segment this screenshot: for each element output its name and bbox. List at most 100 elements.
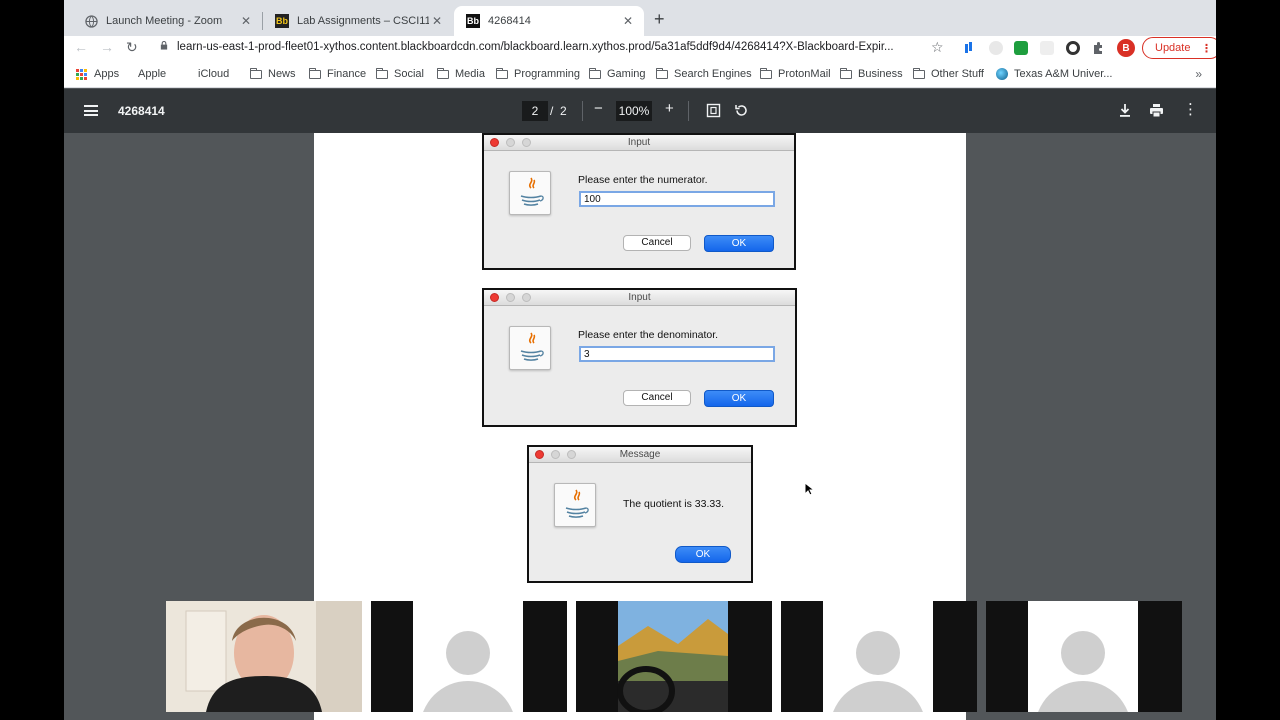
avatar-placeholder-icon	[856, 631, 900, 675]
participant-tile[interactable]	[371, 601, 567, 712]
tab-title: Lab Assignments – CSCI1136_	[297, 15, 429, 27]
folder-icon	[589, 67, 601, 79]
bookmark-label: Finance	[327, 68, 367, 80]
blackboard-icon: Bb	[275, 14, 289, 28]
avatar-placeholder-icon	[446, 631, 490, 675]
bookmark-apps[interactable]: Apps	[76, 68, 119, 80]
profile-avatar[interactable]: B	[1117, 39, 1135, 57]
participant-tile[interactable]	[986, 601, 1182, 712]
extension-circle-icon[interactable]	[989, 41, 1003, 55]
bookmark-label: iCloud	[198, 68, 230, 80]
blackboard-icon: Bb	[466, 14, 480, 28]
participant-video-tile[interactable]	[576, 601, 772, 712]
avatar-placeholder-icon	[1061, 631, 1105, 675]
close-icon[interactable]: ✕	[620, 14, 636, 28]
menu-icon[interactable]	[84, 105, 98, 116]
participant-tile[interactable]	[781, 601, 977, 712]
puzzle-icon[interactable]	[1091, 41, 1105, 55]
bookmark-search-engines[interactable]: Search Engines	[656, 67, 752, 80]
bookmark-icloud[interactable]: iCloud	[192, 68, 229, 80]
reload-button[interactable]: ↻	[126, 39, 138, 56]
numerator-prompt: Please enter the numerator.	[578, 174, 708, 186]
bookmark-star-icon[interactable]: ☆	[931, 39, 944, 56]
numerator-field[interactable]: 100	[579, 191, 775, 207]
fit-page-icon[interactable]	[706, 103, 721, 122]
bookmark-gaming[interactable]: Gaming	[589, 67, 646, 80]
bookmark-business[interactable]: Business	[840, 67, 903, 80]
participant-avatar-area	[413, 601, 523, 712]
bookmark-social[interactable]: Social	[376, 67, 424, 80]
denominator-prompt: Please enter the denominator.	[578, 329, 719, 341]
page-number-input[interactable]: 2	[522, 101, 548, 121]
tab-title: Launch Meeting - Zoom	[106, 15, 223, 27]
extension-green-icon[interactable]	[1014, 41, 1028, 55]
bookmark-label: Media	[455, 68, 485, 80]
dialog-title: Message	[619, 449, 661, 460]
java-icon	[509, 326, 551, 370]
tab-zoom[interactable]: Launch Meeting - Zoom ✕	[72, 6, 262, 36]
bookmark-protonmail[interactable]: ProtonMail	[760, 67, 831, 80]
bookmark-label: Apps	[94, 68, 120, 80]
java-icon	[554, 483, 596, 527]
bookmark-label: Social	[394, 68, 424, 80]
cancel-button[interactable]: Cancel	[623, 235, 691, 251]
dialog-titlebar: Message	[529, 447, 751, 463]
dialog-title: Input	[628, 292, 651, 303]
tab-title: 4268414	[488, 15, 531, 27]
extension-ring-icon[interactable]	[1066, 41, 1080, 55]
close-icon[interactable]: ✕	[238, 14, 254, 28]
print-icon[interactable]	[1149, 103, 1164, 122]
more-options-icon[interactable]: ⋮	[1183, 100, 1198, 118]
java-icon	[509, 171, 551, 215]
page-separator: /	[550, 104, 554, 118]
bookmark-other-stuff[interactable]: Other Stuff	[913, 67, 984, 80]
update-button[interactable]: Update ⋮	[1142, 37, 1216, 59]
bookmark-texas-am[interactable]: Texas A&M Univer...	[996, 68, 1112, 80]
numerator-input-dialog: Input Please enter the numerator. 100 Ca…	[482, 133, 796, 270]
rotate-icon[interactable]	[734, 103, 749, 122]
menu-dots-icon: ⋮	[1201, 42, 1212, 55]
participant-video-tile[interactable]	[166, 601, 362, 712]
tab-4268414[interactable]: Bb 4268414 ✕	[454, 6, 644, 36]
extension-blank-icon[interactable]	[1040, 41, 1054, 55]
bookmark-label: Programming	[514, 68, 581, 80]
zoom-out-icon[interactable]: −	[594, 100, 603, 117]
address-bar[interactable]: learn-us-east-1-prod-fleet01-xythos.cont…	[177, 41, 922, 53]
folder-icon	[437, 67, 449, 79]
chevron-more-icon[interactable]: »	[1195, 67, 1202, 81]
bookmarks-bar: Apps Apple iCloud News Finance Social Me…	[64, 62, 1216, 88]
mouse-cursor-icon	[804, 482, 814, 496]
denominator-field[interactable]: 3	[579, 346, 775, 362]
ok-button[interactable]: OK	[704, 235, 774, 252]
denominator-input-dialog: Input Please enter the denominator. 3 Ca…	[482, 288, 797, 427]
pdf-toolbar: 4268414 2 / 2 − 100% + ⋮	[64, 89, 1216, 133]
folder-icon	[496, 67, 508, 79]
avatar-body	[420, 681, 516, 712]
back-button[interactable]: ←	[74, 39, 88, 55]
zoom-level-input[interactable]: 100%	[616, 101, 652, 121]
participant-avatar-area	[1028, 601, 1138, 712]
tab-lab-assignments[interactable]: Bb Lab Assignments – CSCI1136_ ✕	[263, 6, 453, 36]
folder-icon	[309, 67, 321, 79]
update-label: Update	[1155, 42, 1191, 54]
extension-bar-icon[interactable]	[963, 41, 977, 55]
total-pages: 2	[560, 104, 567, 118]
bookmark-media[interactable]: Media	[437, 67, 485, 80]
ok-button[interactable]: OK	[704, 390, 774, 407]
bookmark-news[interactable]: News	[250, 67, 296, 80]
bookmark-finance[interactable]: Finance	[309, 67, 367, 80]
lock-icon	[160, 41, 168, 50]
bookmark-label: Business	[858, 68, 903, 80]
bookmark-apple[interactable]: Apple	[132, 68, 166, 80]
close-icon[interactable]: ✕	[429, 14, 445, 28]
new-tab-button[interactable]: +	[654, 9, 665, 30]
download-icon[interactable]	[1118, 103, 1132, 122]
ok-button[interactable]: OK	[675, 546, 731, 563]
forward-button[interactable]: →	[100, 39, 114, 55]
quotient-message: The quotient is 33.33.	[623, 498, 724, 510]
zoom-in-icon[interactable]: +	[665, 100, 674, 117]
cancel-button[interactable]: Cancel	[623, 390, 691, 406]
bookmark-programming[interactable]: Programming	[496, 67, 581, 80]
avatar-body	[1035, 681, 1131, 712]
globe-icon	[84, 14, 98, 28]
